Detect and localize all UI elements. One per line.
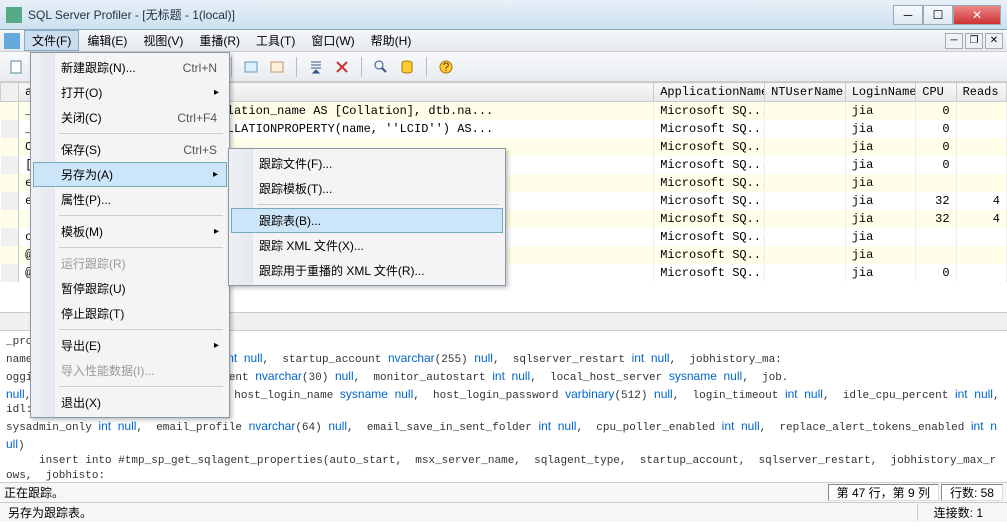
menu-window[interactable]: 窗口(W): [303, 30, 362, 51]
database-button[interactable]: [396, 56, 418, 78]
menu-new-trace[interactable]: 新建跟踪(N)...Ctrl+N: [33, 55, 227, 80]
find-button[interactable]: [370, 56, 392, 78]
menu-close[interactable]: 关闭(C)Ctrl+F4: [33, 105, 227, 130]
connection-count: 连接数: 1: [917, 504, 999, 521]
mdi-restore-button[interactable]: ❐: [965, 33, 983, 49]
grid-col-ntuser[interactable]: NTUserName: [765, 83, 846, 102]
menu-tools[interactable]: 工具(T): [248, 30, 303, 51]
grid-col-login[interactable]: LoginName: [845, 83, 916, 102]
maximize-button[interactable]: ☐: [923, 5, 953, 25]
title-bar: SQL Server Profiler - [无标题 - 1(local)] ─…: [0, 0, 1007, 30]
menu-bar: 文件(F) 编辑(E) 视图(V) 重播(R) 工具(T) 窗口(W) 帮助(H…: [0, 30, 1007, 52]
trace-status-text: 正在跟踪。: [4, 484, 64, 501]
tool-button-2[interactable]: [266, 56, 288, 78]
title-text: SQL Server Profiler - [无标题 - 1(local)]: [28, 6, 893, 23]
menu-pause-trace[interactable]: 暂停跟踪(U): [33, 276, 227, 301]
menu-export[interactable]: 导出(E)▸: [33, 333, 227, 358]
grid-col-reads[interactable]: Reads: [956, 83, 1006, 102]
mdi-minimize-button[interactable]: ─: [945, 33, 963, 49]
menu-trace-template[interactable]: 跟踪模板(T)...: [231, 176, 503, 201]
grid-col-cpu[interactable]: CPU: [916, 83, 956, 102]
menu-trace-replay-xml[interactable]: 跟踪用于重播的 XML 文件(R)...: [231, 258, 503, 283]
app-icon: [6, 7, 22, 23]
menu-open[interactable]: 打开(O)▸: [33, 80, 227, 105]
menu-replay[interactable]: 重播(R): [191, 30, 248, 51]
menu-save[interactable]: 保存(S)Ctrl+S: [33, 137, 227, 162]
menu-edit[interactable]: 编辑(E): [79, 30, 135, 51]
menu-properties[interactable]: 属性(P)...: [33, 187, 227, 212]
menu-save-as[interactable]: 另存为(A)▸: [33, 162, 227, 187]
clear-button[interactable]: [331, 56, 353, 78]
autoscroll-button[interactable]: [305, 56, 327, 78]
mdi-close-button[interactable]: ✕: [985, 33, 1003, 49]
trace-status-bar: 正在跟踪。 第 47 行，第 9 列 行数: 58: [0, 482, 1007, 502]
row-count: 行数: 58: [941, 484, 1003, 501]
menu-file[interactable]: 文件(F): [24, 30, 79, 51]
grid-col-appname[interactable]: ApplicationName: [654, 83, 765, 102]
cursor-position: 第 47 行，第 9 列: [828, 484, 939, 501]
menu-trace-file[interactable]: 跟踪文件(F)...: [231, 151, 503, 176]
menu-stop-trace[interactable]: 停止跟踪(T): [33, 301, 227, 326]
new-trace-button[interactable]: [6, 56, 28, 78]
tool-button-1[interactable]: [240, 56, 262, 78]
menu-templates[interactable]: 模板(M)▸: [33, 219, 227, 244]
status-hint: 另存为跟踪表。: [8, 504, 92, 521]
menu-exit[interactable]: 退出(X): [33, 390, 227, 415]
close-button[interactable]: ✕: [953, 5, 1001, 25]
help-button[interactable]: ?: [435, 56, 457, 78]
menu-help[interactable]: 帮助(H): [363, 30, 420, 51]
grid-corner: [1, 83, 19, 102]
minimize-button[interactable]: ─: [893, 5, 923, 25]
menu-trace-table[interactable]: 跟踪表(B)...: [231, 208, 503, 233]
menu-import-perf: 导入性能数据(I)...: [33, 358, 227, 383]
file-menu-dropdown: 新建跟踪(N)...Ctrl+N 打开(O)▸ 关闭(C)Ctrl+F4 保存(…: [30, 52, 230, 418]
menu-view[interactable]: 视图(V): [135, 30, 191, 51]
app-status-bar: 另存为跟踪表。 连接数: 1: [0, 502, 1007, 522]
svg-text:?: ?: [443, 60, 450, 74]
mdi-icon: [4, 33, 20, 49]
menu-run-trace: 运行跟踪(R): [33, 251, 227, 276]
save-as-submenu: 跟踪文件(F)... 跟踪模板(T)... 跟踪表(B)... 跟踪 XML 文…: [228, 148, 506, 286]
menu-trace-xml[interactable]: 跟踪 XML 文件(X)...: [231, 233, 503, 258]
